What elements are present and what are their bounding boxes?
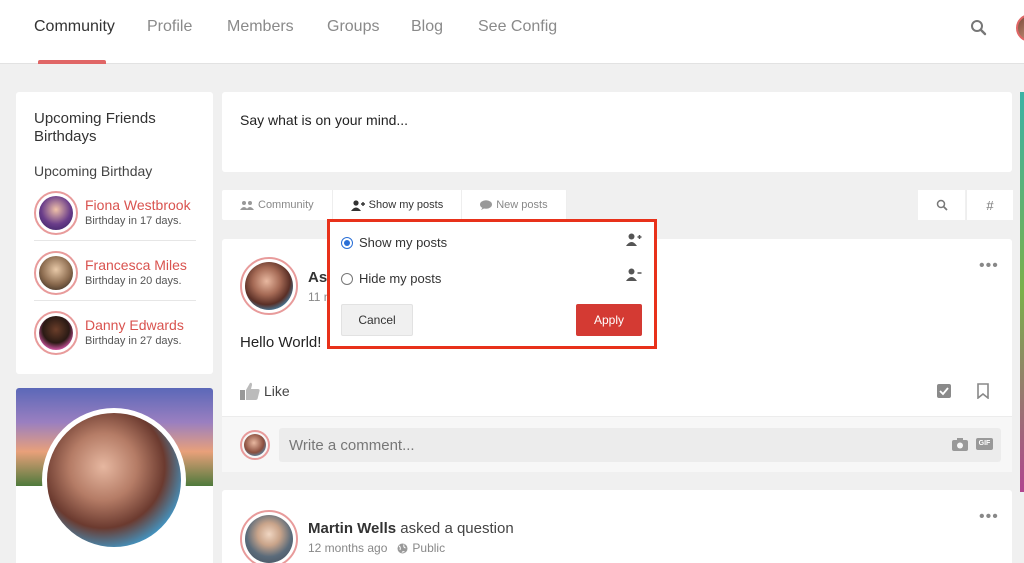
post-meta: 12 months ago Public: [308, 541, 445, 555]
feed-search-button[interactable]: [918, 190, 965, 220]
user-plus-icon: [350, 199, 365, 211]
birthdays-subtitle: Upcoming Birthday: [34, 163, 153, 179]
radio-hide-my-posts[interactable]: [341, 272, 353, 285]
friend-name[interactable]: Fiona Westbrook: [85, 197, 191, 213]
friend-avatar[interactable]: [34, 311, 78, 355]
birthday-item: Danny Edwards Birthday in 27 days.: [34, 311, 196, 361]
nav-see-config[interactable]: See Config: [478, 18, 557, 36]
cancel-button[interactable]: Cancel: [341, 304, 413, 336]
post-author-avatar[interactable]: [240, 257, 298, 315]
more-options-icon[interactable]: •••: [979, 508, 999, 526]
post-body: Hello World!: [240, 334, 322, 351]
friend-avatar[interactable]: [34, 251, 78, 295]
active-nav-indicator: [38, 60, 106, 64]
option-show-my-posts[interactable]: Show my posts: [341, 235, 447, 250]
nav-members[interactable]: Members: [227, 18, 294, 36]
birthdays-card: Upcoming Friends Birthdays Upcoming Birt…: [16, 92, 213, 374]
tab-new-posts[interactable]: New posts: [462, 190, 567, 220]
thumbs-up-icon: [240, 382, 260, 400]
top-navbar: Community Profile Members Groups Blog Se…: [0, 0, 1024, 64]
comment-area: GIF: [222, 416, 1012, 472]
post-composer[interactable]: Say what is on your mind...: [222, 92, 1012, 172]
bookmark-icon[interactable]: [977, 383, 989, 399]
birthday-item: Fiona Westbrook Birthday in 17 days.: [34, 191, 196, 241]
tab-label: New posts: [496, 199, 548, 211]
camera-icon[interactable]: [952, 438, 968, 451]
user-plus-icon: [626, 233, 642, 246]
nav-blog[interactable]: Blog: [411, 18, 443, 36]
radio-show-my-posts[interactable]: [341, 236, 353, 249]
hashtag-button[interactable]: #: [966, 190, 1013, 220]
post-privacy: Public: [412, 541, 446, 555]
users-icon: [240, 201, 254, 210]
nav-groups[interactable]: Groups: [327, 18, 379, 36]
option-hide-my-posts[interactable]: Hide my posts: [341, 271, 441, 286]
option-label: Show my posts: [359, 235, 448, 250]
friend-name[interactable]: Danny Edwards: [85, 317, 184, 333]
user-minus-icon: [626, 268, 642, 281]
post-author-name[interactable]: Martin Wells: [308, 520, 396, 537]
search-icon: [936, 199, 948, 211]
globe-icon: [397, 543, 408, 553]
post-timestamp: 12 months ago: [308, 541, 388, 555]
tab-label: Community: [258, 199, 314, 211]
friend-avatar[interactable]: [34, 191, 78, 235]
comment-input[interactable]: [279, 428, 1001, 462]
tab-show-my-posts[interactable]: Show my posts: [333, 190, 463, 220]
birthdays-title: Upcoming Friends Birthdays: [34, 110, 156, 145]
nav-community[interactable]: Community: [34, 18, 115, 36]
profile-avatar[interactable]: [42, 408, 186, 552]
friend-name[interactable]: Francesca Miles: [85, 257, 187, 273]
feed-filter-tabs: Community Show my posts New posts: [222, 190, 567, 220]
birthday-item: Francesca Miles Birthday in 20 days.: [34, 251, 196, 301]
show-my-posts-dropdown: Show my posts Hide my posts Cancel Apply: [327, 219, 657, 349]
birthday-countdown: Birthday in 17 days.: [85, 215, 182, 227]
post-card: Martin Wells asked a question 12 months …: [222, 490, 1012, 563]
decorative-strip: [1020, 92, 1024, 492]
search-icon[interactable]: [969, 18, 989, 38]
birthday-countdown: Birthday in 27 days.: [85, 335, 182, 347]
composer-placeholder[interactable]: Say what is on your mind...: [240, 112, 408, 128]
commenter-avatar: [240, 430, 270, 460]
apply-button[interactable]: Apply: [576, 304, 642, 336]
like-button[interactable]: Like: [240, 382, 290, 400]
tab-label: Show my posts: [368, 199, 444, 211]
checkbox-icon[interactable]: [937, 384, 951, 398]
post-action: asked a question: [396, 520, 514, 537]
profile-cover-card: [16, 388, 213, 563]
option-label: Hide my posts: [359, 271, 442, 286]
post-author-avatar[interactable]: [240, 510, 298, 563]
more-options-icon[interactable]: •••: [979, 257, 999, 275]
post-header: Martin Wells asked a question: [308, 520, 514, 537]
user-avatar[interactable]: [1016, 14, 1024, 42]
tab-community[interactable]: Community: [222, 190, 333, 220]
birthday-countdown: Birthday in 20 days.: [85, 275, 182, 287]
gif-icon[interactable]: GIF: [976, 438, 993, 450]
like-label: Like: [264, 383, 290, 399]
nav-profile[interactable]: Profile: [147, 18, 192, 36]
comment-icon: [480, 200, 493, 210]
